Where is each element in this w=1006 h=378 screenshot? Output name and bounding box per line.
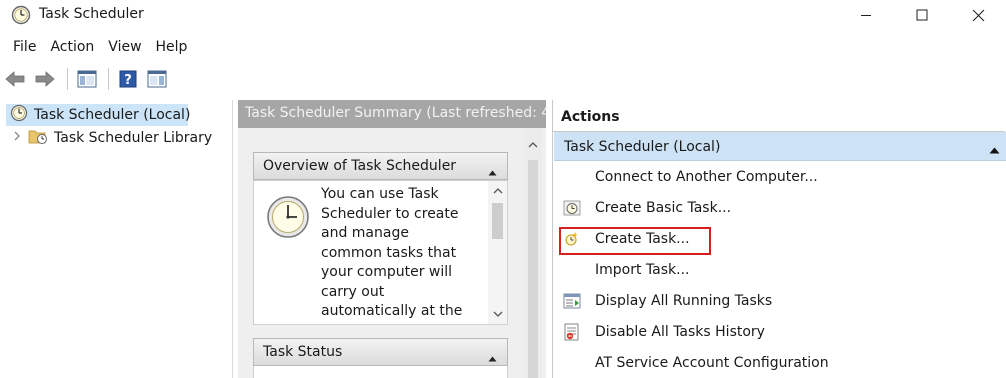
tasks-history-icon <box>563 323 581 341</box>
menu-action[interactable]: Action <box>43 36 101 58</box>
clock-icon <box>10 104 28 126</box>
scrollbar-thumb[interactable] <box>492 203 503 239</box>
create-basic-task-icon <box>563 199 581 217</box>
close-button[interactable] <box>955 0 1001 30</box>
maximize-icon <box>916 9 928 21</box>
actions-title: Actions <box>561 109 620 125</box>
menu-view[interactable]: View <box>101 36 148 58</box>
forward-arrow-icon <box>35 71 55 87</box>
actions-header: Actions <box>553 104 1005 132</box>
chevron-right-icon[interactable] <box>12 130 22 146</box>
help-button[interactable]: ? <box>117 68 139 90</box>
large-clock-icon <box>266 195 310 243</box>
action-disable-all-tasks-history[interactable]: Disable All Tasks History <box>553 319 1005 347</box>
summary-scrollbar[interactable] <box>524 128 542 378</box>
tree-item-label: Task Scheduler (Local) <box>34 107 191 123</box>
scroll-up-arrow-icon[interactable] <box>488 184 507 198</box>
minimize-button[interactable] <box>843 0 889 30</box>
toolbar: ? <box>0 62 1006 96</box>
show-hide-console-tree-icon <box>77 70 97 88</box>
task-scheduler-clock-icon <box>11 5 31 25</box>
toolbar-separator <box>108 68 109 90</box>
overview-section-body: You can use Task Scheduler to create and… <box>253 180 508 325</box>
help-icon: ? <box>119 70 137 88</box>
actions-group-task-scheduler-local[interactable]: Task Scheduler (Local) <box>554 132 1006 161</box>
action-label: Create Basic Task... <box>595 200 732 216</box>
tree-item-task-scheduler-library[interactable]: Task Scheduler Library <box>12 127 212 149</box>
action-label: Disable All Tasks History <box>595 324 765 340</box>
collapse-triangle-icon[interactable] <box>488 350 497 366</box>
menu-help[interactable]: Help <box>149 36 195 58</box>
overview-section-title: Overview of Task Scheduler <box>263 158 457 174</box>
action-label: Connect to Another Computer... <box>595 169 818 185</box>
task-status-section-title: Task Status <box>263 344 343 360</box>
task-status-section-header[interactable]: Task Status <box>253 338 508 366</box>
overview-section-header[interactable]: Overview of Task Scheduler <box>253 152 508 180</box>
svg-text:?: ? <box>124 73 132 88</box>
folder-clock-icon <box>28 127 48 149</box>
action-label: Display All Running Tasks <box>595 293 773 309</box>
action-label: AT Service Account Configuration <box>595 355 829 371</box>
summary-header-title: Task Scheduler Summary (Last refreshed: … <box>245 105 546 121</box>
toolbar-separator <box>67 68 68 90</box>
pane-splitter[interactable] <box>232 100 233 378</box>
running-tasks-icon <box>563 292 581 310</box>
collapse-triangle-icon[interactable] <box>488 164 497 180</box>
show-hide-console-tree-button[interactable] <box>76 68 98 90</box>
action-display-all-running-tasks[interactable]: Display All Running Tasks <box>553 288 1005 316</box>
action-connect-to-another-computer[interactable]: Connect to Another Computer... <box>553 164 1005 192</box>
back-button[interactable] <box>4 68 26 90</box>
tree-item-task-scheduler-local[interactable]: Task Scheduler (Local) <box>6 104 191 126</box>
action-at-service-account-configuration[interactable]: AT Service Account Configuration <box>553 350 1005 378</box>
collapse-triangle-icon[interactable] <box>989 142 1000 158</box>
scroll-up-arrow-icon[interactable] <box>524 138 542 152</box>
scroll-down-arrow-icon[interactable] <box>488 307 507 321</box>
highlight-annotation <box>559 227 711 255</box>
task-status-section-body <box>253 366 508 378</box>
show-hide-action-pane-button[interactable] <box>146 68 168 90</box>
summary-pane: Task Scheduler Summary (Last refreshed: … <box>238 100 546 378</box>
overview-scrollbar[interactable] <box>488 181 507 324</box>
maximize-button[interactable] <box>899 0 945 30</box>
back-arrow-icon <box>5 71 25 87</box>
title-bar: Task Scheduler <box>0 0 1006 32</box>
action-create-basic-task[interactable]: Create Basic Task... <box>553 195 1005 223</box>
menu-file[interactable]: File <box>0 36 43 58</box>
overview-description: You can use Task Scheduler to create and… <box>321 186 463 319</box>
tree-item-label: Task Scheduler Library <box>54 130 213 146</box>
actions-group-label: Task Scheduler (Local) <box>564 139 721 155</box>
show-hide-action-pane-icon <box>147 70 167 88</box>
minimize-icon <box>861 15 871 16</box>
close-icon <box>972 9 984 21</box>
summary-header: Task Scheduler Summary (Last refreshed: … <box>238 100 546 128</box>
scrollbar-thumb[interactable] <box>528 160 538 378</box>
menu-bar: File Action View Help <box>0 36 194 58</box>
console-tree: Task Scheduler (Local) Task Scheduler Li… <box>2 100 230 378</box>
window-title: Task Scheduler <box>39 6 144 22</box>
forward-button[interactable] <box>34 68 56 90</box>
action-label: Import Task... <box>595 262 690 278</box>
action-import-task[interactable]: Import Task... <box>553 257 1005 285</box>
